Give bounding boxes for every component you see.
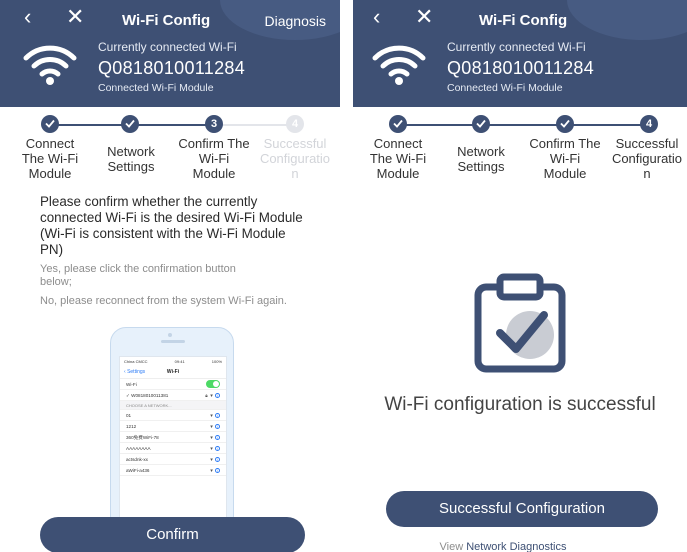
- step-1-label: Connect The Wi-Fi Module: [369, 136, 427, 181]
- step-progress: 3 4 Connect The Wi-Fi Module Network Set…: [0, 114, 340, 194]
- phone-carrier: China CMCC: [124, 359, 148, 364]
- module-type: Connected Wi-Fi Module: [98, 82, 214, 94]
- phone-screen: China CMCC 09:41 100% ‹ Settings Wi-Fi W…: [119, 356, 227, 531]
- success-message: Wi-Fi configuration is successful: [384, 394, 656, 415]
- chevron-left-icon[interactable]: ‹: [373, 6, 380, 28]
- success-screen: ‹ ✕ Wi-Fi Config Currently connected Wi-…: [353, 0, 687, 552]
- wifi-id: Q0818010011284: [447, 58, 595, 78]
- wifi-icon: [372, 45, 426, 85]
- close-icon[interactable]: ✕: [66, 6, 84, 28]
- toggle-icon: [206, 380, 220, 388]
- connected-label: Currently connected Wi-Fi: [447, 40, 586, 54]
- step-connector: [214, 124, 294, 126]
- step-1-label: Connect The Wi-Fi Module: [21, 136, 79, 181]
- connected-label: Currently connected Wi-Fi: [98, 40, 237, 54]
- header: ‹ ✕ Wi-Fi Config Currently connected Wi-…: [353, 0, 687, 107]
- diagnosis-button[interactable]: Diagnosis: [265, 13, 326, 29]
- page-title: Wi-Fi Config: [122, 12, 211, 29]
- page-title: Wi-Fi Config: [479, 12, 568, 29]
- step-4-label: Successful Configuratio n: [259, 136, 331, 181]
- wifi-icon: [23, 45, 77, 85]
- phone-battery: 100%: [211, 359, 222, 364]
- phone-camera: [168, 333, 172, 337]
- phone-network-row: 1212 ▼ i: [120, 421, 226, 432]
- step-2-check-icon: [121, 115, 139, 133]
- phone-network-row: actsdnk-xx ▼ i: [120, 454, 226, 465]
- phone-connected-network: ✓ W0818010011381 🔒︎ ▼ i: [120, 390, 226, 401]
- confirm-screen: ‹ ✕ Wi-Fi Config Diagnosis Currently con…: [0, 0, 340, 552]
- step-connector: [398, 124, 481, 126]
- step-progress: 4 Connect The Wi-Fi Module Network Setti…: [353, 114, 687, 194]
- step-2-label: Network Settings: [107, 144, 155, 174]
- header: ‹ ✕ Wi-Fi Config Diagnosis Currently con…: [0, 0, 340, 107]
- hint-no: No, please reconnect from the system Wi-…: [40, 295, 287, 307]
- wifi-id: Q0818010011284: [98, 58, 246, 78]
- step-3-label: Confirm The Wi-Fi Module: [178, 136, 250, 181]
- network-diagnostics-link[interactable]: Network Diagnostics: [466, 541, 566, 552]
- chevron-left-icon[interactable]: ‹: [24, 6, 31, 28]
- clipboard-check-icon: [474, 273, 566, 373]
- hint-yes: Yes, please click the confirmation butto…: [40, 263, 236, 288]
- module-type: Connected Wi-Fi Module: [447, 82, 563, 94]
- phone-network-row: aWiFi-a436 ▼ i: [120, 465, 226, 476]
- phone-network-row: 360免费WiFi-78 ▼ i: [120, 432, 226, 443]
- phone-title: Wi-Fi: [166, 369, 180, 375]
- confirm-button[interactable]: Confirm: [40, 517, 305, 552]
- phone-speaker: [161, 340, 185, 343]
- phone-nav-bar: ‹ Settings Wi-Fi: [120, 366, 226, 379]
- step-connector: [481, 124, 565, 126]
- phone-wifi-toggle-row: Wi-Fi: [120, 379, 226, 390]
- step-2-label: Network Settings: [457, 144, 505, 174]
- phone-illustration: China CMCC 09:41 100% ‹ Settings Wi-Fi W…: [110, 327, 234, 532]
- diagnostics-prefix: View: [439, 541, 464, 552]
- step-2-check-icon: [472, 115, 490, 133]
- confirm-instructions: Please confirm whether the currently con…: [40, 194, 303, 257]
- network-diagnostics-line: View Network Diagnostics: [353, 541, 653, 552]
- step-1-check-icon: [389, 115, 407, 133]
- phone-status-bar: China CMCC 09:41 100%: [120, 357, 226, 366]
- step-4-number: 4: [286, 115, 304, 133]
- step-connector: [134, 124, 214, 126]
- step-1-check-icon: [41, 115, 59, 133]
- step-3-label: Confirm The Wi-Fi Module: [529, 136, 601, 181]
- successful-configuration-button[interactable]: Successful Configuration: [386, 491, 658, 527]
- step-4-number: 4: [640, 115, 658, 133]
- step-4-label: Successful Configuratio n: [611, 136, 683, 181]
- close-icon[interactable]: ✕: [415, 6, 433, 28]
- phone-time: 09:41: [174, 359, 185, 364]
- step-3-check-icon: [556, 115, 574, 133]
- header-decoration: [567, 0, 687, 40]
- step-3-number: 3: [205, 115, 223, 133]
- step-connector: [565, 124, 649, 126]
- phone-network-row: 01 ▼ i: [120, 410, 226, 421]
- phone-network-row: AAAAAAAA ▼ i: [120, 443, 226, 454]
